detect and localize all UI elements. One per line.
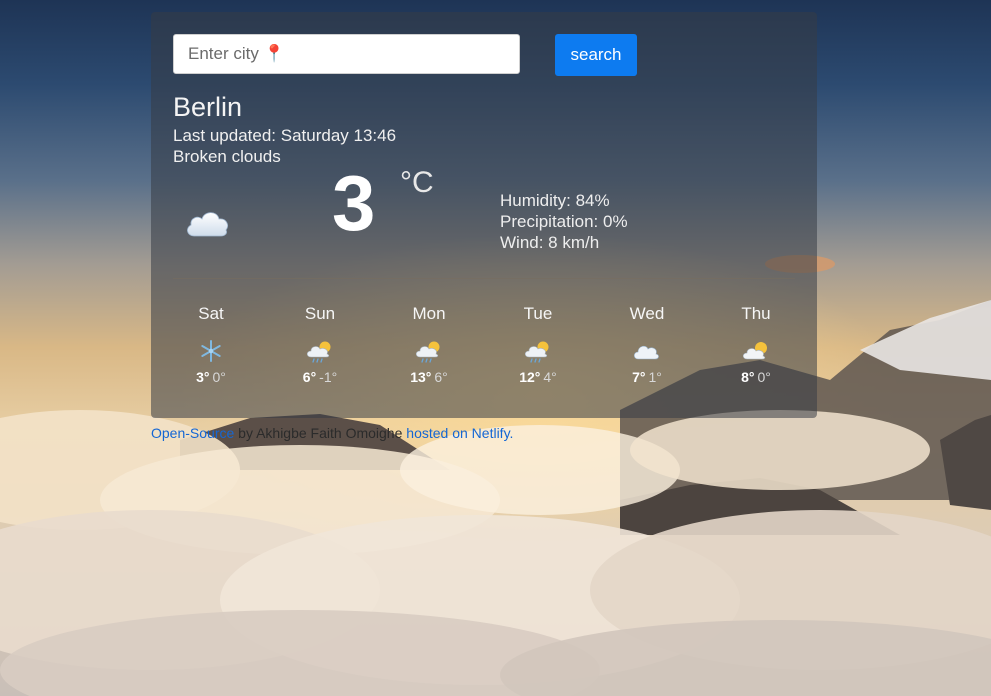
forecast-temps: 3° 0° — [166, 369, 256, 385]
sun-cloud-rain-icon — [306, 341, 331, 363]
forecast-day-name: Tue — [523, 304, 553, 323]
humidity-text: Humidity: 84% — [500, 191, 610, 210]
last-updated-text: Last updated: Saturday 13:46 — [173, 126, 397, 145]
open-source-link[interactable]: Open-Source — [151, 425, 234, 441]
forecast-day-name: Thu — [741, 304, 771, 323]
forecast-min-temp: -1° — [319, 369, 338, 385]
weather-description: Broken clouds — [173, 147, 281, 166]
snowflake-icon — [201, 340, 221, 362]
city-name: Berlin — [173, 92, 243, 122]
sun-cloud-rain-icon — [415, 341, 440, 363]
forecast-temps: 12° 4° — [493, 369, 583, 385]
temperature-unit[interactable]: °C — [400, 166, 434, 200]
current-temperature: 3 — [332, 159, 376, 247]
forecast-day-name: Wed — [629, 304, 665, 323]
forecast-max-temp: 12° — [519, 369, 541, 385]
precipitation-text: Precipitation: 0% — [500, 212, 628, 231]
sun-cloud-rain-icon — [524, 341, 549, 363]
wind-text: Wind: 8 km/h — [500, 233, 600, 252]
forecast-min-temp: 0° — [757, 369, 771, 385]
forecast-max-temp: 7° — [632, 369, 646, 385]
netlify-link[interactable]: hosted on Netlify. — [406, 425, 513, 441]
forecast-min-temp: 4° — [543, 369, 557, 385]
forecast-temps: 8° 0° — [711, 369, 801, 385]
weather-details: Humidity: 84% Precipitation: 0% Wind: 8 … — [500, 190, 628, 253]
footer: Open-Source by Akhigbe Faith Omoighe hos… — [151, 425, 513, 441]
forecast-day: Thu 8° 0° — [711, 304, 801, 385]
forecast-day: Mon 13° 6° — [384, 304, 474, 385]
forecast-max-temp: 6° — [302, 369, 317, 385]
author-text: by Akhigbe Faith Omoighe — [234, 425, 407, 441]
forecast-day: Sat 3° 0° — [166, 304, 256, 385]
forecast-min-temp: 6° — [434, 369, 448, 385]
search-button[interactable]: search — [555, 34, 637, 76]
forecast-day-name: Sun — [304, 304, 336, 323]
forecast-temps: 6° -1° — [275, 369, 365, 385]
weather-card: search Berlin Last updated: Saturday 13:… — [151, 12, 817, 418]
forecast-day-name: Mon — [412, 304, 446, 323]
forecast-day: Wed 7° 1° — [602, 304, 692, 385]
forecast-day: Tue 12° 4° — [493, 304, 583, 385]
forecast-min-temp: 1° — [648, 369, 662, 385]
cloud-icon — [187, 212, 228, 237]
cloud-icon — [633, 345, 659, 360]
divider — [173, 278, 795, 279]
sun-cloud-icon — [742, 342, 767, 360]
forecast-max-temp: 3° — [196, 369, 210, 385]
forecast-max-temp: 13° — [410, 369, 432, 385]
forecast-day: Sun 6° -1° — [275, 304, 365, 385]
forecast-temps: 13° 6° — [384, 369, 474, 385]
forecast-min-temp: 0° — [212, 369, 226, 385]
forecast-temps: 7° 1° — [602, 369, 692, 385]
city-search-input[interactable] — [173, 34, 520, 74]
forecast-max-temp: 8° — [741, 369, 755, 385]
forecast-day-name: Sat — [198, 304, 224, 323]
